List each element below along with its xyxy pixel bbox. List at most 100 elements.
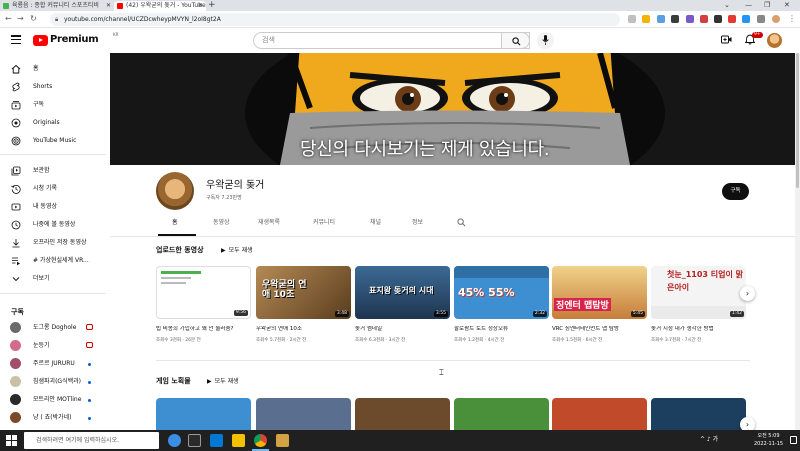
- minimize-icon[interactable]: —: [745, 0, 752, 11]
- extension-icon[interactable]: [742, 15, 750, 23]
- video-thumbnail[interactable]: 45% 55% 2:32: [454, 266, 549, 319]
- sidebar-item-youtube-music[interactable]: YouTube Music: [0, 132, 106, 150]
- country-code: KR: [113, 32, 119, 37]
- channel-avatar: [10, 376, 21, 387]
- channel-search-icon[interactable]: [457, 218, 466, 227]
- tab-search-icon[interactable]: ⌄: [724, 0, 730, 11]
- windows-start-icon[interactable]: [6, 435, 17, 446]
- video-thumbnail[interactable]: 징엔터 맵탐방 5:45: [552, 266, 647, 319]
- video-thumbnail[interactable]: [552, 398, 647, 430]
- chrome-icon[interactable]: [254, 434, 267, 447]
- video-thumbnail[interactable]: 표지왕 돚거의 시대 3:55: [355, 266, 450, 319]
- video-thumbnail[interactable]: 첫눈_1103 티업이 맑은아이 1:42: [651, 266, 746, 319]
- sidebar-subscription[interactable]: 눈등기: [0, 337, 106, 355]
- video-thumbnail[interactable]: 9:56: [156, 266, 251, 319]
- search-input[interactable]: 검색: [253, 32, 530, 49]
- sidebar-item-label: 내 동영상: [33, 203, 57, 210]
- bookmark-icon[interactable]: [642, 15, 650, 23]
- browser-tab-2[interactable]: (42) 우왁굳의 돚거 - YouTube ✕: [114, 1, 206, 11]
- view-count: 조회수 5.7천회: [256, 338, 286, 343]
- tab-community[interactable]: 커뮤니티: [313, 219, 335, 227]
- video-title[interactable]: VRC 징엔터테인먼트 맵 탐방: [552, 326, 644, 333]
- video-meta: 조회수 3.7천회 · 7시간 전: [651, 338, 702, 343]
- extension-icon[interactable]: [700, 15, 708, 23]
- file-explorer-icon[interactable]: [232, 434, 245, 447]
- tab-about[interactable]: 정보: [412, 219, 423, 227]
- voice-search-button[interactable]: [537, 32, 554, 49]
- extension-icon[interactable]: [714, 15, 722, 23]
- scrollbar-thumb[interactable]: [796, 53, 799, 188]
- page-scrollbar[interactable]: [795, 53, 800, 430]
- taskbar-search-input[interactable]: 검색하려면 여기에 입력하십시오.: [24, 432, 159, 449]
- video-thumbnail[interactable]: [454, 398, 549, 430]
- video-thumbnail[interactable]: [156, 398, 251, 430]
- task-view-icon[interactable]: [188, 434, 201, 447]
- tab-playlists[interactable]: 재생목록: [258, 219, 280, 227]
- video-thumbnail[interactable]: [355, 398, 450, 430]
- sidebar-item-home[interactable]: 홈: [0, 60, 106, 78]
- tab-close-icon[interactable]: ✕: [198, 1, 203, 11]
- sidebar-subscription[interactable]: 주르르 JURURU: [0, 355, 106, 373]
- sidebar-item-downloads[interactable]: 오프라인 저장 동영상: [0, 234, 106, 252]
- video-thumbnail[interactable]: 우왁굳의 연애 10조 3:48: [256, 266, 351, 319]
- extension-icon[interactable]: [686, 15, 694, 23]
- extension-icon[interactable]: [657, 15, 665, 23]
- edge-icon[interactable]: [210, 434, 223, 447]
- sidebar-subscription[interactable]: 도그롱 Doghole: [0, 319, 106, 337]
- sidebar-subscription[interactable]: 침샘파괴(G식백과): [0, 373, 106, 391]
- sidebar-item-shorts[interactable]: Shorts: [0, 78, 106, 96]
- extension-icon[interactable]: [728, 15, 736, 23]
- hamburger-menu-icon[interactable]: [11, 35, 21, 45]
- sidebar-item-subscriptions[interactable]: 구독: [0, 96, 106, 114]
- video-title[interactable]: 빕 비몽희 가입하고 왜 안 눌러줌?: [156, 326, 248, 333]
- taskbar-clock[interactable]: 오전 5:09 2022-11-15: [754, 432, 783, 448]
- sidebar-item-playlist[interactable]: # 가상현실세계 VR...: [0, 252, 106, 270]
- tab-videos[interactable]: 동영상: [213, 219, 230, 227]
- profile-avatar[interactable]: [772, 15, 780, 23]
- extension-icon[interactable]: [671, 15, 679, 23]
- tab-channels[interactable]: 채널: [370, 219, 381, 227]
- extensions-puzzle-icon[interactable]: [757, 15, 765, 23]
- system-tray[interactable]: ^ ♪ 가: [700, 434, 718, 443]
- browser-tab-1[interactable]: 육룡음 : 종합 커뮤니티 스포츠티비 ✕: [0, 1, 114, 11]
- video-thumbnail[interactable]: [651, 398, 746, 430]
- cortana-icon[interactable]: [168, 434, 181, 447]
- account-avatar[interactable]: [767, 33, 782, 48]
- close-window-icon[interactable]: ✕: [784, 0, 790, 11]
- sidebar-item-library[interactable]: 보관함: [0, 162, 106, 180]
- tab-close-icon[interactable]: ✕: [106, 1, 111, 11]
- share-icon[interactable]: [628, 15, 636, 23]
- menu-kebab-icon[interactable]: ⋮: [788, 14, 796, 24]
- video-title[interactable]: 우왁굳의 연애 10조: [256, 326, 348, 333]
- tab-home[interactable]: 홈: [172, 219, 178, 227]
- search-button[interactable]: [501, 32, 530, 49]
- maximize-icon[interactable]: ❐: [764, 0, 770, 11]
- play-all-button[interactable]: 모두 재생: [221, 246, 253, 255]
- sidebar-item-my-videos[interactable]: 내 동영상: [0, 198, 106, 216]
- view-count: 조회수 3.7천회: [651, 338, 681, 343]
- create-video-icon[interactable]: [721, 35, 732, 44]
- app-icon[interactable]: [276, 434, 289, 447]
- video-title[interactable]: 돚거 시청 내가 생각한 방법: [651, 326, 743, 333]
- reload-icon[interactable]: ↻: [30, 14, 37, 24]
- play-all-button[interactable]: 모두 재생: [207, 377, 239, 386]
- chevron-down-icon: [12, 277, 20, 282]
- sidebar-item-label: 눈등기: [33, 342, 50, 349]
- thumbnail-text: 징엔터 맵탐방: [554, 298, 611, 311]
- video-thumbnail[interactable]: [256, 398, 351, 430]
- video-title[interactable]: 돚거 썸네일: [355, 326, 447, 333]
- forward-icon[interactable]: →: [17, 14, 24, 24]
- sidebar-subscription[interactable]: 냥 ( 쵸(박가네): [0, 409, 106, 427]
- back-icon[interactable]: ←: [5, 14, 12, 24]
- shelf-next-button[interactable]: ›: [740, 286, 755, 301]
- address-bar[interactable]: 🔒︎ youtube.com/channel/UCZDcwheypMVYN_l2…: [50, 13, 620, 26]
- video-title[interactable]: 팔로팜트 토트 정상오류: [454, 326, 546, 333]
- new-tab-icon[interactable]: +: [208, 0, 216, 11]
- sidebar-item-originals[interactable]: Originals: [0, 114, 106, 132]
- sidebar-item-watch-later[interactable]: 나중에 볼 동영상: [0, 216, 106, 234]
- notification-center-icon[interactable]: [790, 436, 797, 444]
- sidebar-item-show-more[interactable]: 더보기: [0, 270, 106, 288]
- sidebar-item-history[interactable]: 시청 기록: [0, 180, 106, 198]
- subscribe-button[interactable]: 구독: [722, 183, 749, 200]
- sidebar-subscription[interactable]: 모트리안 MOTline: [0, 391, 106, 409]
